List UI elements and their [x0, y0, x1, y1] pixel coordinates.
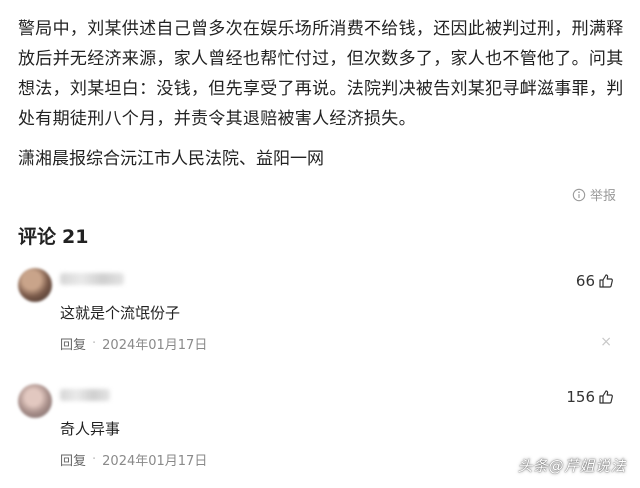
comment-date: 2024年01月17日 — [102, 454, 208, 469]
like-button[interactable]: 156 — [566, 388, 614, 406]
username-blurred[interactable] — [60, 273, 124, 285]
username-blurred[interactable] — [60, 389, 110, 401]
meta-separator: · — [92, 336, 97, 351]
meta-separator: · — [92, 452, 97, 467]
report-button[interactable]: 举报 — [572, 185, 616, 204]
info-circle-icon — [572, 188, 586, 201]
comment-meta: 回复 · 2024年01月17日 — [60, 334, 207, 353]
comment-text: 奇人异事 — [60, 420, 121, 438]
like-count: 156 — [566, 388, 595, 406]
reply-button[interactable]: 回复 — [60, 334, 86, 353]
close-icon[interactable]: × — [600, 334, 612, 350]
like-count: 66 — [575, 272, 595, 290]
avatar[interactable] — [18, 268, 52, 302]
comments-title: 评论 — [18, 226, 57, 248]
like-button[interactable]: 66 — [576, 272, 614, 290]
comments-count: 21 — [62, 226, 89, 248]
comment-text: 这就是个流氓份子 — [60, 304, 181, 322]
thumbs-up-icon — [599, 274, 613, 288]
watermark: 头条@芹姐说法 — [517, 457, 626, 475]
comment-item: 66 这就是个流氓份子 回复 · 2024年01月17日 × — [18, 268, 622, 358]
reply-button[interactable]: 回复 — [60, 450, 86, 469]
comments-header: 评论 21 — [18, 222, 88, 249]
article-source: 潇湘晨报综合沅江市人民法院、益阳一网 — [18, 149, 324, 169]
report-label: 举报 — [589, 189, 616, 204]
avatar[interactable] — [18, 384, 52, 418]
comment-date: 2024年01月17日 — [102, 338, 208, 353]
thumbs-up-icon — [599, 390, 613, 404]
comment-meta: 回复 · 2024年01月17日 — [60, 450, 207, 469]
article-paragraph: 警局中，刘某供述自己曾多次在娱乐场所消费不给钱，还因此被判过刑，刑满释放后并无经… — [18, 19, 624, 129]
